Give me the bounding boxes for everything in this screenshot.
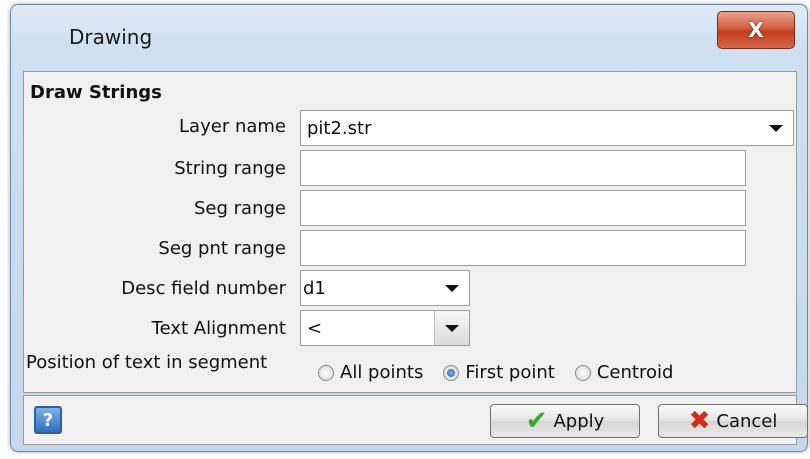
chevron-down-icon[interactable] — [435, 271, 469, 305]
seg-range-input[interactable] — [300, 190, 746, 226]
apply-button[interactable]: ✔ Apply — [490, 404, 640, 438]
radio-first-point-label[interactable]: First point — [465, 362, 555, 383]
position-label: Position of text in segment — [26, 352, 268, 373]
radio-all-points[interactable] — [318, 364, 334, 381]
radio-centroid[interactable] — [574, 364, 591, 381]
desc-field-number-value: d1 — [303, 277, 326, 299]
layer-name-combo[interactable]: pit2.str — [300, 110, 794, 146]
layer-name-label: Layer name — [179, 116, 286, 137]
desc-field-number-combo[interactable]: d1 — [300, 270, 470, 306]
help-button[interactable]: ? — [34, 406, 62, 434]
close-button[interactable]: X — [717, 11, 795, 49]
radio-all-points-label[interactable]: All points — [340, 362, 423, 383]
text-alignment-combo[interactable]: < — [300, 310, 470, 346]
seg-pnt-range-label: Seg pnt range — [158, 238, 286, 259]
close-icon: X — [748, 18, 764, 42]
window-title: Drawing — [69, 25, 153, 49]
form-panel: Draw Strings Layer name pit2.str String … — [23, 71, 797, 393]
seg-pnt-range-input[interactable] — [300, 230, 746, 266]
radio-first-point[interactable] — [443, 364, 460, 381]
cancel-button[interactable]: ✖ Cancel — [658, 404, 808, 438]
desc-field-number-label: Desc field number — [121, 278, 286, 299]
chevron-down-icon[interactable] — [759, 111, 793, 145]
button-bar: ? ✔ Apply ✖ Cancel — [23, 395, 808, 445]
dialog-window: Drawing X Draw Strings Layer name pit2.s… — [10, 4, 808, 452]
position-radio-group: All points First point Centroid — [318, 362, 687, 383]
cross-icon: ✖ — [688, 406, 711, 436]
text-alignment-value: < — [307, 317, 323, 339]
radio-centroid-label[interactable]: Centroid — [597, 362, 674, 383]
check-icon: ✔ — [525, 406, 548, 436]
string-range-input[interactable] — [300, 150, 746, 186]
help-icon: ? — [42, 409, 54, 431]
string-range-label: String range — [174, 158, 286, 179]
text-alignment-label: Text Alignment — [151, 318, 286, 339]
layer-name-value: pit2.str — [307, 117, 372, 139]
chevron-down-icon[interactable] — [434, 311, 469, 345]
seg-range-label: Seg range — [194, 198, 286, 219]
apply-label: Apply — [553, 410, 605, 432]
cancel-label: Cancel — [716, 410, 778, 432]
section-header: Draw Strings — [30, 82, 162, 103]
